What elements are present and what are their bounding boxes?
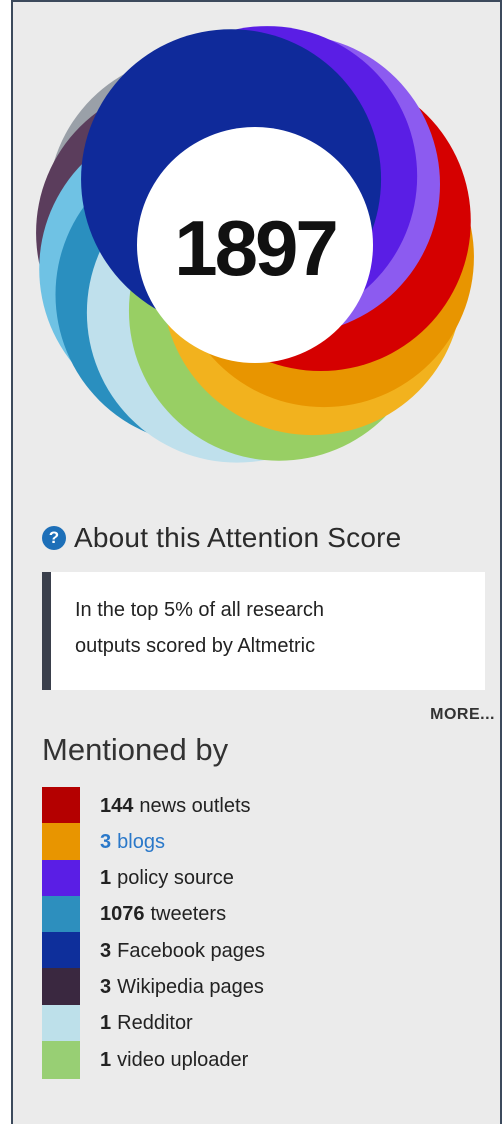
about-attention-score-link[interactable]: ? About this Attention Score	[42, 522, 401, 554]
mention-label: Facebook pages	[117, 939, 266, 962]
mention-row[interactable]: 1076 tweeters	[42, 895, 265, 934]
attention-score-value: 1897	[174, 204, 336, 292]
question-icon: ?	[42, 526, 66, 550]
mention-label: Wikipedia pages	[117, 975, 264, 998]
mention-row[interactable]: 3 Facebook pages	[42, 932, 265, 971]
mention-row[interactable]: 1 video uploader	[42, 1041, 265, 1080]
mention-count: 1076	[100, 903, 145, 926]
mention-color-swatch	[42, 823, 80, 862]
mention-label: news outlets	[139, 794, 251, 817]
mention-color-swatch	[42, 968, 80, 1007]
mention-row[interactable]: 144 news outlets	[42, 787, 265, 825]
mention-color-swatch	[42, 932, 80, 971]
mention-row[interactable]: 1 Redditor	[42, 1004, 265, 1043]
score-context-box: In the top 5% of all research outputs sc…	[42, 572, 485, 690]
mention-count: 1	[100, 1048, 112, 1071]
mentions-list: 144 news outlets 3 blogs 1 policy source 1076 t…	[42, 787, 265, 1080]
mention-label: Redditor	[117, 1012, 193, 1035]
mention-color-swatch	[42, 1041, 80, 1080]
mention-color-swatch	[42, 787, 80, 825]
mention-text: 1 video uploader	[100, 1049, 248, 1072]
mention-text: 3 Facebook pages	[100, 940, 265, 963]
mention-row[interactable]: 1 policy source	[42, 859, 265, 898]
mention-label: tweeters	[150, 903, 227, 926]
mention-count: 3	[100, 830, 112, 853]
mention-count: 144	[100, 794, 134, 817]
mention-color-swatch	[42, 895, 80, 934]
mention-row[interactable]: 3 blogs	[42, 823, 265, 862]
score-context-line-1: In the top 5% of all research	[75, 599, 325, 621]
mention-color-swatch	[42, 1004, 80, 1043]
mentioned-by-heading: Mentioned by	[42, 732, 229, 767]
mention-color-swatch	[42, 859, 80, 898]
mention-count: 3	[100, 975, 112, 998]
mention-label: blogs	[117, 830, 165, 853]
mention-count: 3	[100, 939, 112, 962]
mention-label: policy source	[117, 867, 234, 890]
mention-label: video uploader	[117, 1048, 249, 1071]
more-link[interactable]: MORE...	[430, 706, 495, 724]
mention-text[interactable]: 3 blogs	[100, 831, 165, 854]
mention-text: 3 Wikipedia pages	[100, 976, 264, 999]
mention-count: 1	[100, 1012, 112, 1035]
attention-donut[interactable]: 1897	[30, 20, 480, 470]
mention-text: 1 policy source	[100, 867, 234, 890]
mention-text: 144 news outlets	[100, 795, 251, 818]
mention-row[interactable]: 3 Wikipedia pages	[42, 968, 265, 1007]
mention-text: 1 Redditor	[100, 1012, 193, 1035]
score-context-line-2: outputs scored by Altmetric	[75, 635, 316, 657]
mention-text: 1076 tweeters	[100, 903, 226, 926]
about-attention-score-label: About this Attention Score	[74, 522, 402, 553]
mention-count: 1	[100, 867, 112, 890]
